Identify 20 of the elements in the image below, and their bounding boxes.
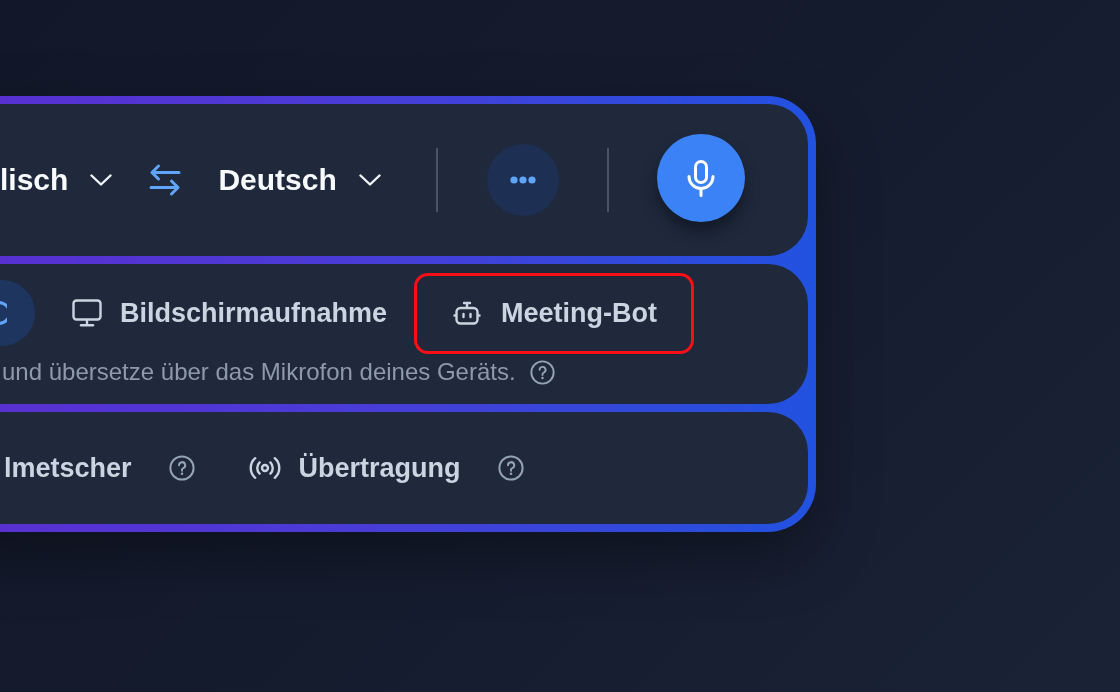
mode-description: und übersetze über das Mikrofon deines Geräts. (1, 358, 516, 386)
feature-label[interactable]: lmetscher (4, 452, 132, 484)
help-icon[interactable] (168, 455, 195, 481)
robot-icon (453, 301, 482, 325)
monitor-icon (72, 299, 102, 327)
mode-tab[interactable]: Bildschirmaufnahme (42, 280, 412, 346)
mode-tab[interactable]: Meeting-Bot (417, 279, 692, 347)
help-icon[interactable] (497, 455, 524, 481)
swap-arrows-icon (149, 163, 182, 197)
more-icon (509, 176, 536, 184)
swap-languages-button[interactable] (149, 163, 182, 197)
source-language-select[interactable]: lisch (0, 163, 113, 197)
chevron-down-icon (358, 174, 381, 186)
target-language-select[interactable]: Deutsch (218, 163, 381, 197)
help-icon[interactable] (529, 359, 555, 385)
broadcast-icon (248, 456, 281, 480)
mode-icon (0, 300, 7, 326)
feature-label[interactable]: Übertragung (298, 452, 461, 484)
chevron-down-icon (90, 174, 113, 186)
microphone-icon (686, 159, 715, 197)
